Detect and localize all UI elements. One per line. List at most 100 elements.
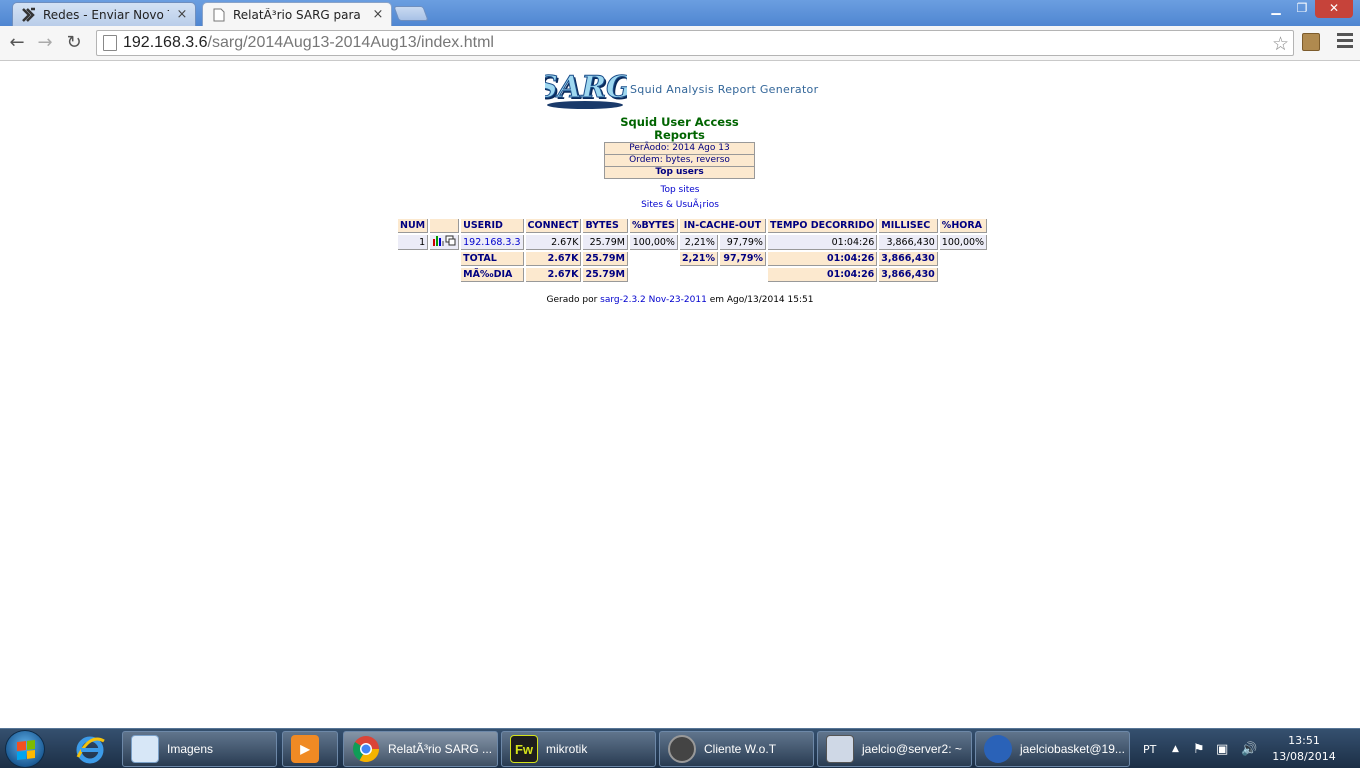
chrome-icon <box>352 735 380 763</box>
action-center-flag-icon[interactable]: ⚑ <box>1193 729 1205 769</box>
col-millisec: MILLISEC <box>879 219 938 233</box>
report-top-users: Top users <box>604 167 755 179</box>
col-num: NUM <box>398 219 429 233</box>
graph-icon <box>433 235 456 246</box>
tab-close-icon[interactable]: × <box>371 7 385 22</box>
reload-button[interactable]: ↻ <box>62 31 86 55</box>
extension-icon[interactable] <box>1302 33 1320 51</box>
total-bytes: 25.79M <box>583 252 628 266</box>
table-header-row: NUM USERID CONNECT BYTES %BYTES IN-CACHE… <box>398 219 988 233</box>
top-sites-link[interactable]: Top sites <box>661 185 700 195</box>
footer-suffix: em Ago/13/2014 15:51 <box>709 295 814 305</box>
total-millisec: 3,866,430 <box>879 252 938 266</box>
windows-logo-icon <box>17 740 35 760</box>
total-elapsed: 01:04:26 <box>767 252 878 266</box>
average-bytes: 25.79M <box>583 268 628 282</box>
taskbar-item-putty[interactable]: jaelcio@server2: ~ <box>817 731 972 767</box>
sites-users-link[interactable]: Sites & UsuÃ¡rios <box>641 200 719 210</box>
userid-link[interactable]: 192.168.3.3 <box>461 235 524 250</box>
close-window-button[interactable]: ✕ <box>1315 0 1353 18</box>
taskbar-item-media-player[interactable]: ▶ <box>282 731 338 767</box>
bookmark-star-icon[interactable]: ☆ <box>1272 33 1289 55</box>
back-button[interactable]: ← <box>5 31 29 55</box>
forward-button[interactable]: → <box>33 31 57 55</box>
maximize-button[interactable]: ❐ <box>1289 0 1315 18</box>
ie-icon[interactable] <box>70 731 110 767</box>
x-logo-icon <box>21 7 37 23</box>
report-title-box: Squid User Access Reports PerÃodo: 2014 … <box>604 116 755 179</box>
tab-redes[interactable]: Redes - Enviar Novo Tópico × <box>12 2 196 26</box>
total-row: TOTAL 2.67K 25.79M 2,21% 97,79% 01:04:26… <box>398 252 987 266</box>
col-bytes: BYTES <box>583 219 628 233</box>
menu-icon[interactable] <box>1337 33 1353 51</box>
col-in-cache-out: IN-CACHE-OUT <box>679 219 766 233</box>
average-connect: 2.67K <box>525 268 582 282</box>
putty-icon <box>826 735 854 763</box>
col-userid: USERID <box>461 219 524 233</box>
average-label: MÃ‰DIA <box>461 268 524 282</box>
average-elapsed: 01:04:26 <box>767 268 878 282</box>
sarg-header: SARG SARG Squid Analysis Report Generato… <box>536 69 819 109</box>
taskbar-item-mikrotik[interactable]: Fw mikrotik <box>501 731 656 767</box>
col-pct-hora: %HORA <box>939 219 988 233</box>
total-out-cache: 97,79% <box>719 252 766 266</box>
taskbar-item-skype[interactable]: jaelciobasket@19... <box>975 731 1130 767</box>
col-icons <box>430 219 460 233</box>
cell-out-cache: 97,79% <box>719 235 766 250</box>
tab-title: RelatÃ³rio SARG para 2014Aug13 <box>233 7 365 22</box>
language-indicator[interactable]: PT <box>1143 729 1156 769</box>
page-content: SARG SARG Squid Analysis Report Generato… <box>0 62 1360 728</box>
average-row: MÃ‰DIA 2.67K 25.79M 01:04:26 3,866,430 <box>398 268 987 282</box>
taskbar-item-chrome[interactable]: RelatÃ³rio SARG ... <box>343 731 498 767</box>
cell-icons <box>430 235 460 250</box>
col-connect: CONNECT <box>525 219 582 233</box>
total-label: TOTAL <box>461 252 524 266</box>
total-in-cache: 2,21% <box>679 252 718 266</box>
report-order: Ordem: bytes, reverso <box>604 155 755 167</box>
cell-bytes: 25.79M <box>583 235 628 250</box>
sarg-subtitle: Squid Analysis Report Generator <box>630 82 819 96</box>
start-button[interactable] <box>5 730 45 768</box>
new-tab-button[interactable] <box>393 6 429 21</box>
report-period: PerÃodo: 2014 Ago 13 <box>604 142 755 155</box>
url-text: 192.168.3.6/sarg/2014Aug13-2014Aug13/ind… <box>123 34 494 51</box>
cell-connect: 2.67K <box>525 235 582 250</box>
cell-pct-hora: 100,00% <box>939 235 988 250</box>
col-elapsed: TEMPO DECORRIDO <box>767 219 878 233</box>
system-clock[interactable]: 13:51 13/08/2014 <box>1266 733 1342 765</box>
media-player-icon: ▶ <box>291 735 319 763</box>
sarg-version-link[interactable]: sarg-2.3.2 Nov-23-2011 <box>600 295 707 305</box>
report-links: Top sites Sites & UsuÃ¡rios <box>0 183 1360 213</box>
col-pct-bytes: %BYTES <box>629 219 678 233</box>
browser-toolbar: ← → ↻ 192.168.3.6/sarg/2014Aug13-2014Aug… <box>0 26 1360 61</box>
cell-in-cache: 2,21% <box>679 235 718 250</box>
minimize-button[interactable]: ▁ <box>1263 0 1289 18</box>
show-hidden-icons[interactable]: ▲ <box>1172 729 1179 769</box>
picture-library-icon <box>131 735 159 763</box>
table-row: 1 192.168.3.3 2.67K 25.79M 100,00% 2,21%… <box>398 235 988 250</box>
tab-strip: Redes - Enviar Novo Tópico × RelatÃ³rio … <box>0 0 1360 26</box>
report-heading: Squid User Access Reports <box>620 115 739 142</box>
users-table: NUM USERID CONNECT BYTES %BYTES IN-CACHE… <box>396 217 989 284</box>
taskbar-item-imagens[interactable]: Imagens <box>122 731 277 767</box>
svg-text:SARG: SARG <box>545 70 627 105</box>
tab-title: Redes - Enviar Novo Tópico <box>43 7 169 22</box>
wot-icon <box>668 735 696 763</box>
fireworks-icon: Fw <box>510 735 538 763</box>
volume-icon[interactable]: 🔊 <box>1241 729 1257 769</box>
tab-close-icon[interactable]: × <box>175 7 189 22</box>
cell-millisec: 3,866,430 <box>879 235 938 250</box>
report-footer: Gerado por sarg-2.3.2 Nov-23-2011 em Ago… <box>0 295 1360 305</box>
taskbar: Imagens ▶ RelatÃ³rio SARG ... Fw mikroti… <box>0 728 1360 768</box>
network-tray-icon[interactable]: ▣ <box>1216 729 1228 769</box>
address-bar[interactable]: 192.168.3.6/sarg/2014Aug13-2014Aug13/ind… <box>96 30 1294 56</box>
taskbar-item-wot[interactable]: Cliente W.o.T <box>659 731 814 767</box>
footer-prefix: Gerado por <box>546 295 598 305</box>
page-icon <box>103 35 117 51</box>
network-icon <box>984 735 1012 763</box>
cell-pct-bytes: 100,00% <box>629 235 678 250</box>
sarg-logo: SARG SARG <box>536 69 634 109</box>
total-connect: 2.67K <box>525 252 582 266</box>
tab-sarg-report[interactable]: RelatÃ³rio SARG para 2014Aug13 × <box>202 2 392 26</box>
average-millisec: 3,866,430 <box>879 268 938 282</box>
